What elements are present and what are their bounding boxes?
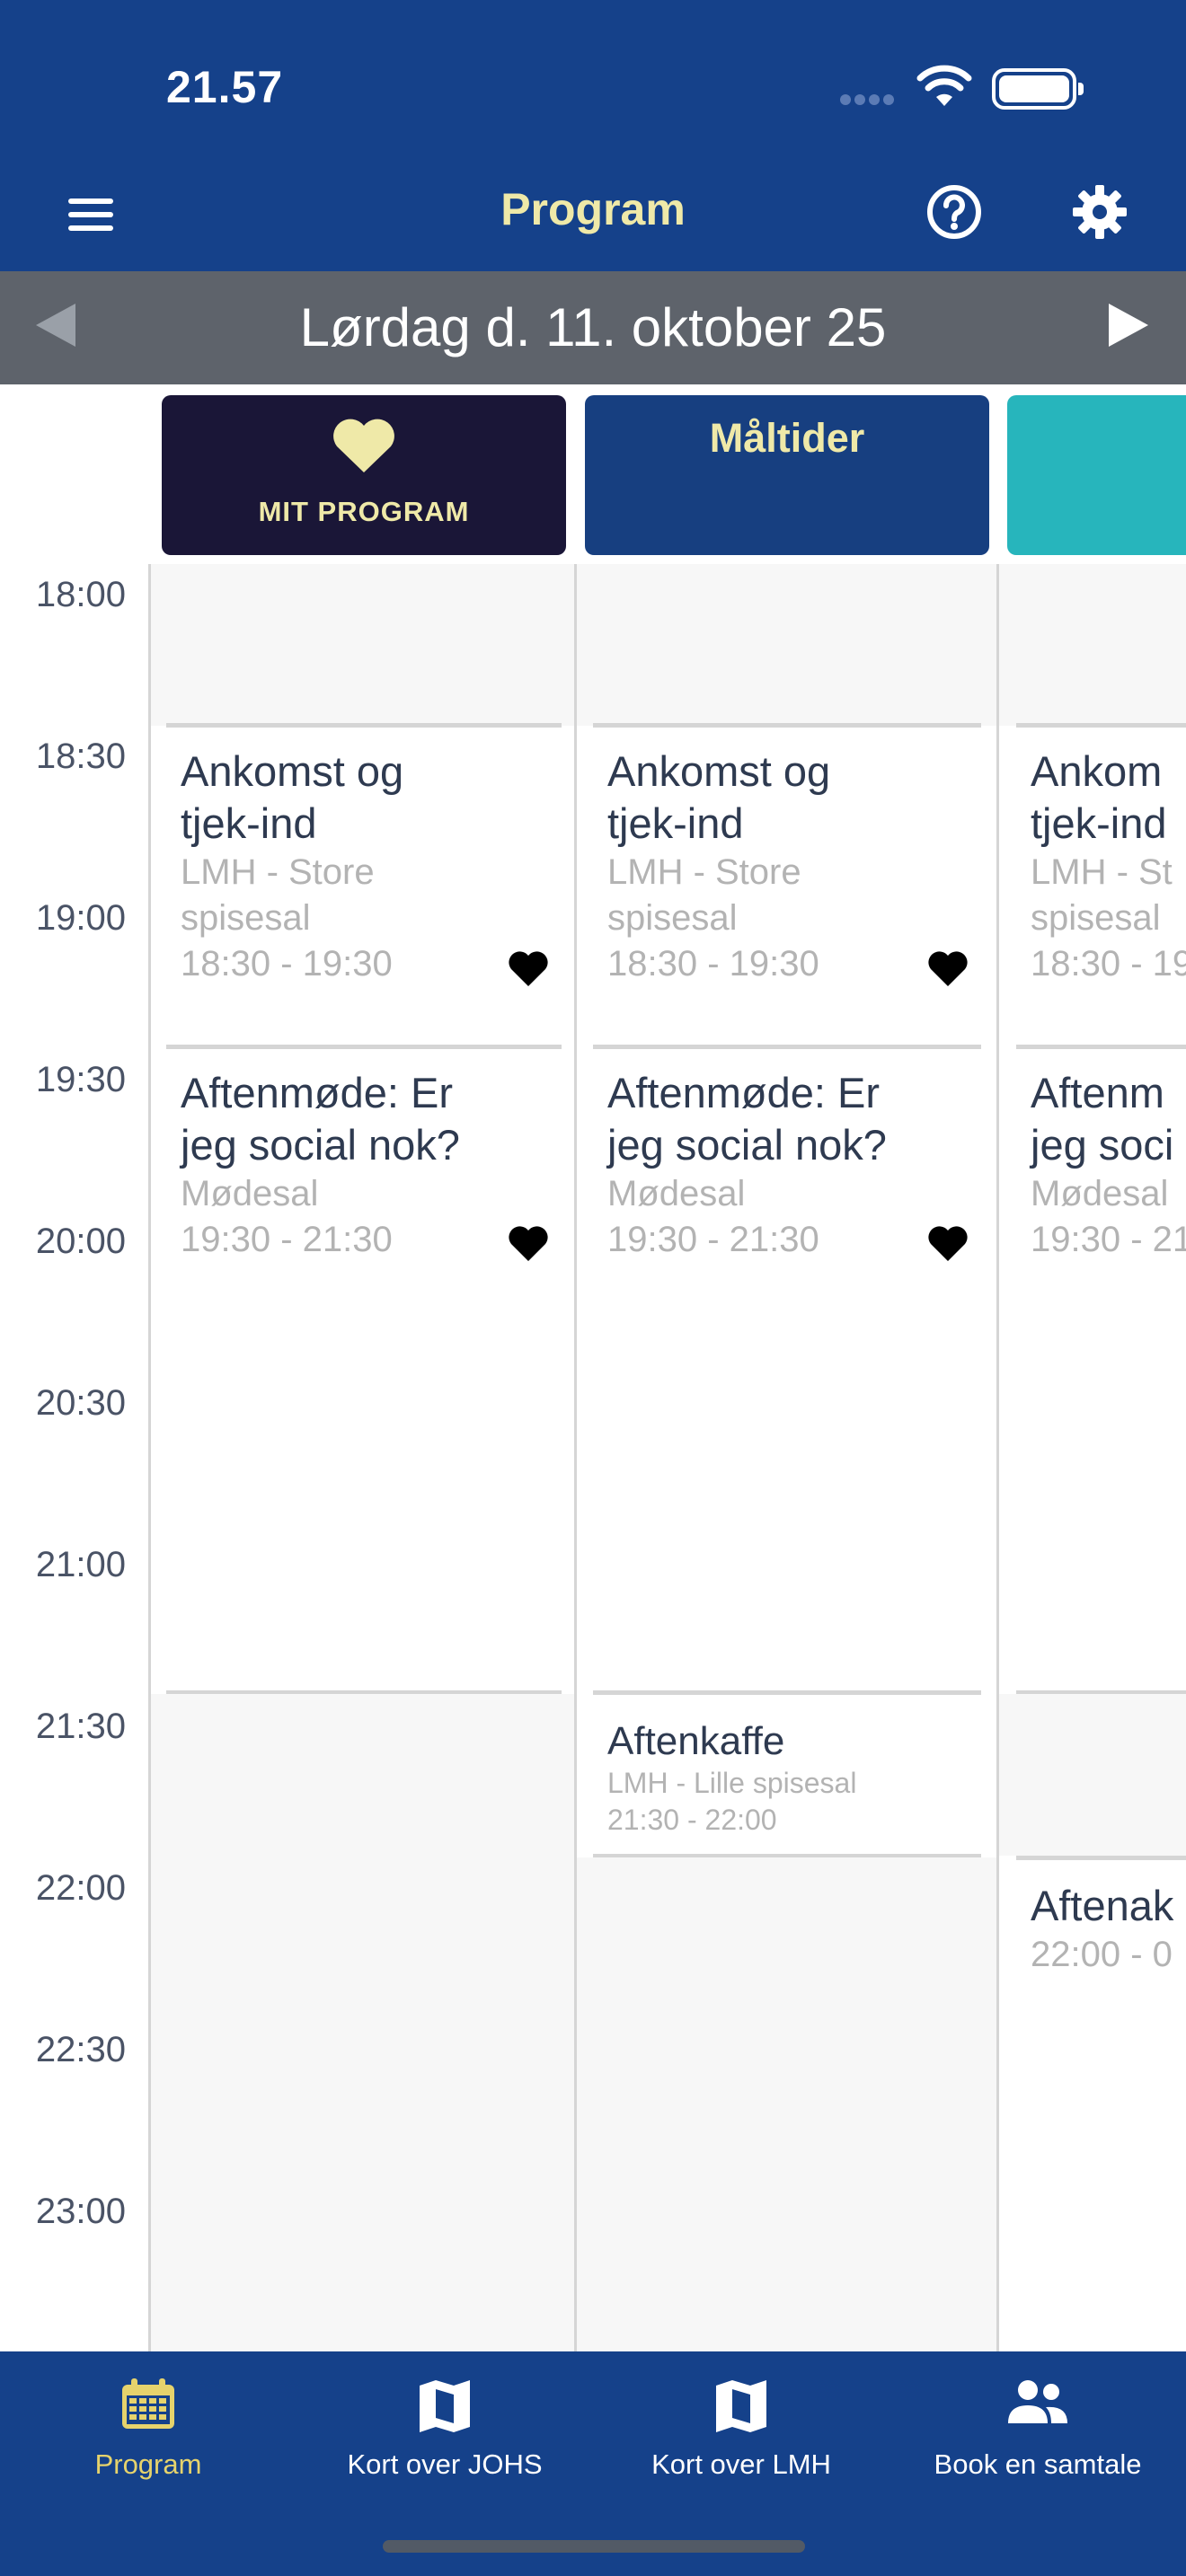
time-label: 18:00 — [35, 575, 126, 614]
event-card[interactable]: Aftenmøde: Er jeg social nok? Mødesal 19… — [593, 1045, 981, 1693]
empty-slot — [999, 564, 1186, 726]
time-label: 19:00 — [35, 898, 126, 938]
event-card[interactable]: Aftenkaffe LMH - Lille spisesal 21:30 - … — [593, 1690, 981, 1856]
empty-slot — [151, 1694, 574, 2351]
time-label: 23:00 — [35, 2192, 126, 2231]
event-location: Mødesal — [1031, 1174, 1169, 1213]
gear-icon[interactable] — [1071, 183, 1128, 241]
battery-icon — [992, 68, 1084, 110]
event-location: Mødesal — [181, 1174, 319, 1213]
empty-slot — [577, 1857, 996, 2351]
status-time: 21.57 — [166, 62, 284, 112]
nav-label: Book en samtale — [934, 2448, 1142, 2480]
event-time: 22:00 - 0 — [1031, 1935, 1173, 1974]
time-label: 19:30 — [35, 1060, 126, 1099]
event-time: 21:30 - 22:00 — [607, 1804, 777, 1836]
empty-slot — [151, 564, 574, 726]
cellular-signal-icon — [840, 93, 898, 110]
tab-label: Måltider — [709, 415, 865, 461]
event-location: LMH - Store — [607, 852, 801, 892]
current-date: Lørdag d. 11. oktober 25 — [299, 297, 887, 357]
event-card[interactable]: Aftenm jeg soci Mødesal 19:30 - 21 — [1016, 1045, 1186, 1693]
event-title: Aftenm — [1031, 1069, 1164, 1116]
event-location: Mødesal — [607, 1174, 746, 1213]
time-label: 18:30 — [35, 737, 126, 776]
event-time: 18:30 - 19:30 — [181, 944, 393, 984]
event-title: Ankom — [1031, 747, 1163, 795]
event-location: spisesal — [1031, 898, 1161, 938]
event-title: tjek-ind — [181, 799, 317, 847]
event-card[interactable]: Ankomst og tjek-ind LMH - Store spisesal… — [166, 723, 562, 1046]
event-location: LMH - St — [1031, 852, 1173, 892]
heart-icon[interactable] — [927, 1225, 969, 1263]
page-title: Program — [500, 184, 686, 234]
event-title: tjek-ind — [607, 799, 744, 847]
time-label: 21:30 — [35, 1707, 126, 1746]
event-time: 19:30 - 21:30 — [181, 1220, 393, 1259]
column-divider — [996, 564, 999, 2351]
nav-program[interactable]: Program — [0, 2351, 296, 2504]
tab-maltider[interactable]: Måltider — [585, 395, 989, 555]
event-location: spisesal — [607, 898, 738, 938]
nav-label: Kort over LMH — [651, 2448, 831, 2480]
date-navigator: Lørdag d. 11. oktober 25 — [0, 271, 1186, 384]
event-title: Ankomst og — [607, 747, 831, 795]
event-location: LMH - Lille spisesal — [607, 1767, 857, 1799]
empty-slot — [999, 1694, 1186, 1856]
event-card[interactable]: Aftenmøde: Er jeg social nok? Mødesal 19… — [166, 1045, 562, 1691]
event-title: jeg social nok? — [607, 1121, 887, 1169]
tab-mit-program[interactable]: MIT PROGRAM — [162, 395, 566, 555]
time-label: 20:00 — [35, 1222, 126, 1261]
map-icon — [420, 2380, 470, 2432]
event-location: LMH - Store — [181, 852, 375, 892]
empty-slot — [577, 564, 996, 726]
event-title: Aftenmøde: Er — [181, 1069, 453, 1116]
time-label: 22:00 — [35, 1868, 126, 1908]
heart-icon[interactable] — [508, 1225, 549, 1263]
tab-label: MIT PROGRAM — [258, 496, 470, 527]
tab-third-category[interactable] — [1007, 395, 1186, 555]
event-card[interactable]: Ankomst og tjek-ind LMH - Store spisesal… — [593, 723, 981, 1046]
map-icon — [716, 2380, 766, 2432]
heart-icon — [333, 419, 394, 472]
event-title: Aftenkaffe — [607, 1719, 785, 1763]
event-location: spisesal — [181, 898, 311, 938]
heart-icon[interactable] — [508, 950, 549, 988]
event-time: 18:30 - 19 — [1031, 944, 1186, 984]
nav-kort-johs[interactable]: Kort over JOHS — [296, 2351, 593, 2504]
event-title: Aftenak — [1031, 1882, 1174, 1929]
nav-label: Program — [94, 2448, 202, 2480]
nav-label: Kort over JOHS — [347, 2448, 543, 2480]
help-circle-icon[interactable] — [925, 183, 983, 241]
nav-kort-lmh[interactable]: Kort over LMH — [593, 2351, 890, 2504]
home-indicator — [383, 2540, 805, 2553]
event-title: Aftenmøde: Er — [607, 1069, 880, 1116]
people-icon — [1008, 2380, 1067, 2423]
app-bar: Program — [0, 162, 1186, 271]
event-time: 19:30 - 21:30 — [607, 1220, 819, 1259]
time-label: 20:30 — [35, 1383, 126, 1423]
event-title: jeg soci — [1031, 1121, 1174, 1169]
event-time: 18:30 - 19:30 — [607, 944, 819, 984]
time-label: 22:30 — [35, 2030, 126, 2069]
event-title: Ankomst og — [181, 747, 404, 795]
event-card[interactable]: Ankom tjek-ind LMH - St spisesal 18:30 -… — [1016, 723, 1186, 1046]
wifi-icon — [916, 65, 972, 106]
triangle-right-icon[interactable] — [1109, 304, 1148, 347]
time-label: 21:00 — [35, 1545, 126, 1584]
status-bar: 21.57 — [0, 0, 1186, 162]
nav-book-samtale[interactable]: Book en samtale — [890, 2351, 1186, 2504]
heart-icon[interactable] — [927, 950, 969, 988]
calendar-icon — [122, 2378, 174, 2429]
event-time: 19:30 - 21 — [1031, 1220, 1186, 1259]
event-title: tjek-ind — [1031, 799, 1167, 847]
event-title: jeg social nok? — [181, 1121, 460, 1169]
event-card[interactable]: Aftenak 22:00 - 0 — [1016, 1856, 1186, 2351]
